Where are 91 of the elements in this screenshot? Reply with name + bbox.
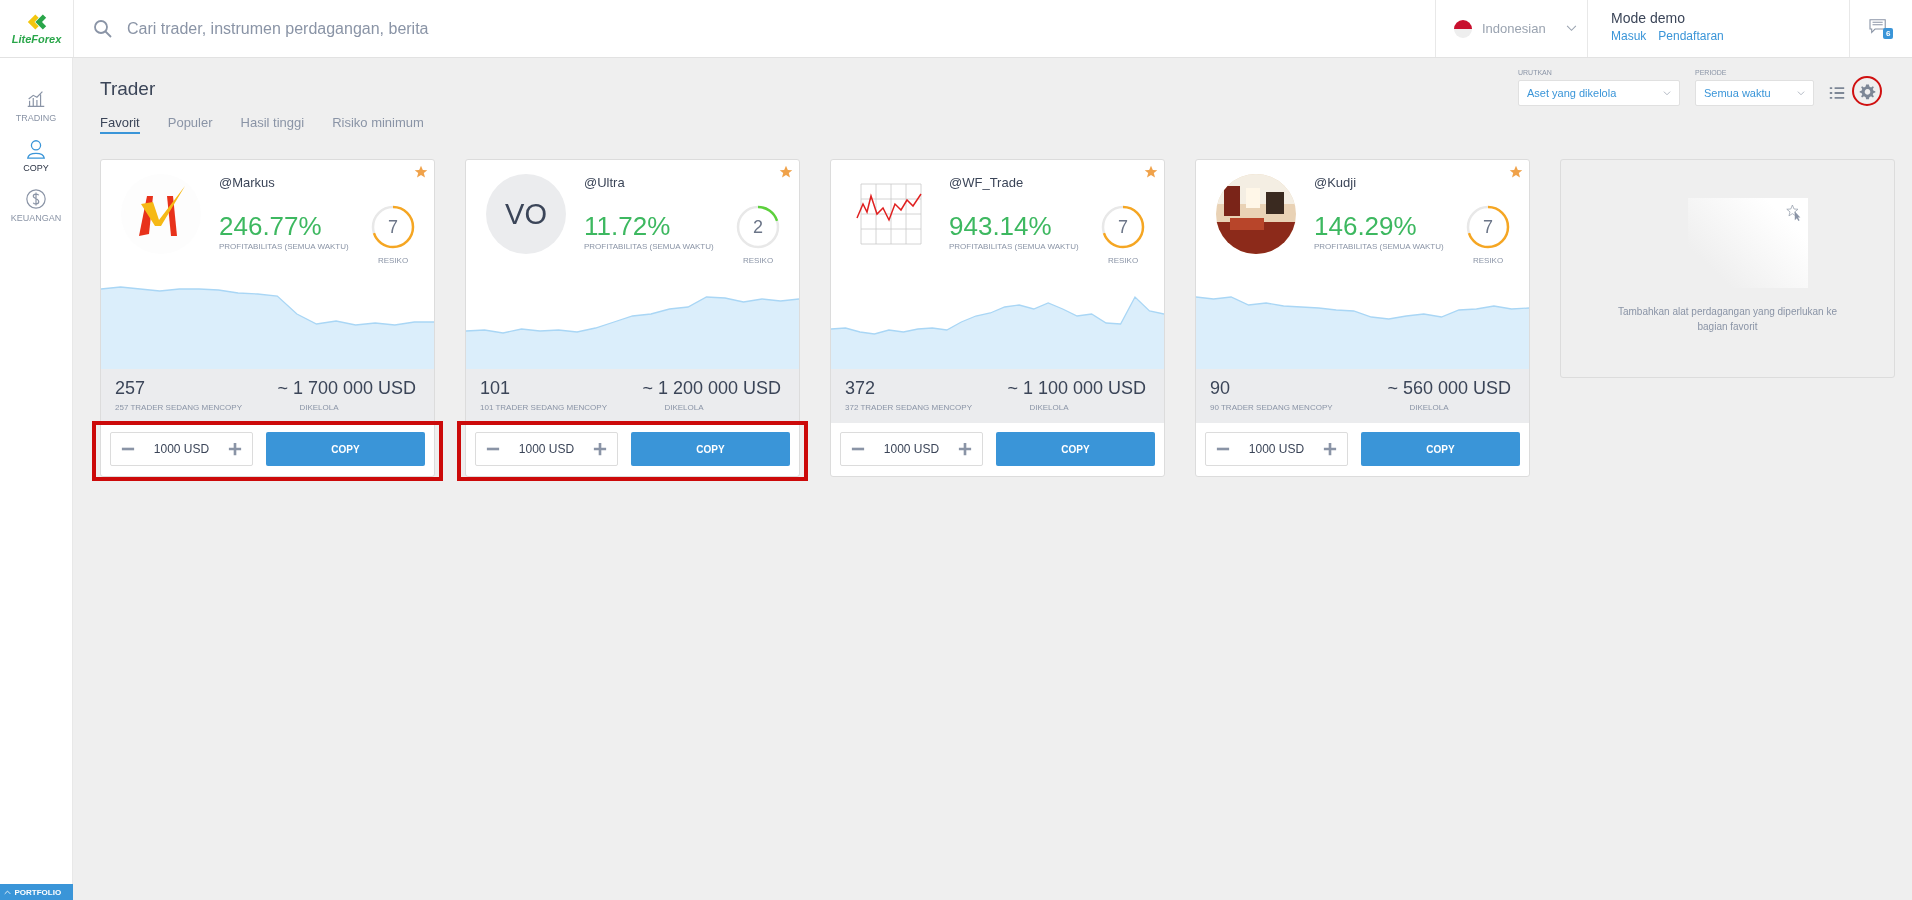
chevron-down-icon bbox=[1566, 25, 1577, 32]
managed-amount: ~ 1 700 000 USD bbox=[277, 378, 416, 399]
settings-icon[interactable] bbox=[1858, 82, 1876, 100]
trader-name[interactable]: @WF_Trade bbox=[949, 175, 1082, 190]
filter-tab[interactable]: Populer bbox=[167, 115, 213, 134]
profit-value: 246.77% bbox=[219, 211, 323, 242]
copiers-label: 257 TRADER SEDANG MENCOPY bbox=[115, 403, 242, 412]
empty-hint: Tambahkan alat perdagangan yang diperlukan ke bagian favorit bbox=[1616, 305, 1839, 334]
risk-gauge bbox=[1465, 204, 1511, 250]
risk-label: RESIKO bbox=[742, 256, 774, 265]
person-icon bbox=[25, 138, 47, 160]
risk-value: 7 bbox=[1483, 216, 1493, 238]
managed-amount: ~ 1 200 000 USD bbox=[642, 378, 781, 399]
amount-stepper[interactable]: 1000 USD bbox=[110, 432, 253, 466]
amount-stepper[interactable]: 1000 USD bbox=[475, 432, 618, 466]
copiers-label: 90 TRADER SEDANG MENCOPY bbox=[1210, 403, 1333, 412]
page-title: Trader bbox=[100, 78, 157, 100]
plus-icon[interactable] bbox=[228, 442, 242, 456]
message-count-badge: 6 bbox=[1883, 28, 1894, 39]
chevron-up-icon bbox=[3, 889, 11, 895]
copiers-count: 101 bbox=[480, 378, 512, 399]
copiers-count: 372 bbox=[845, 378, 877, 399]
managed-label: DIKELOLA bbox=[663, 403, 705, 412]
plus-icon[interactable] bbox=[593, 442, 607, 456]
period-dropdown[interactable]: Semua waktu bbox=[1695, 80, 1814, 106]
risk-gauge bbox=[1100, 204, 1146, 250]
risk-value: 7 bbox=[1118, 216, 1128, 238]
sort-dropdown[interactable]: Aset yang dikelola bbox=[1518, 80, 1680, 106]
filter-tab[interactable]: Risiko minimum bbox=[332, 115, 424, 134]
star-icon[interactable] bbox=[779, 165, 793, 179]
search-icon[interactable] bbox=[93, 18, 113, 39]
chevron-down-icon bbox=[1797, 90, 1805, 96]
profit-label: PROFITABILITAS (SEMUA WAKTU) bbox=[219, 242, 350, 251]
plus-icon[interactable] bbox=[958, 442, 972, 456]
trader-name[interactable]: @Markus bbox=[219, 175, 352, 190]
star-icon[interactable] bbox=[1509, 165, 1523, 179]
risk-label: RESIKO bbox=[377, 256, 409, 265]
copy-button[interactable]: COPY bbox=[631, 432, 790, 466]
plus-icon[interactable] bbox=[1323, 442, 1337, 456]
star-icon[interactable] bbox=[1144, 165, 1158, 179]
filter-tab[interactable]: Hasil tinggi bbox=[240, 115, 305, 134]
managed-label: DIKELOLA bbox=[1408, 403, 1450, 412]
risk-label: RESIKO bbox=[1107, 256, 1139, 265]
search-field[interactable]: Cari trader, instrumen perdagangan, berita bbox=[125, 18, 729, 39]
flag-icon bbox=[1454, 19, 1472, 38]
avatar-initials: VO bbox=[486, 174, 566, 254]
profit-label: PROFITABILITAS (SEMUA WAKTU) bbox=[1314, 242, 1445, 251]
copiers-label: 372 TRADER SEDANG MENCOPY bbox=[845, 403, 972, 412]
trader-name[interactable]: @Ultra bbox=[584, 175, 717, 190]
managed-amount: ~ 1 100 000 USD bbox=[1007, 378, 1146, 399]
filter-tab[interactable]: Favorit bbox=[100, 115, 140, 134]
nav-item[interactable]: KEUANGAN bbox=[10, 188, 62, 223]
trader-card[interactable]: @Kudji 146.29% PROFITABILITAS (SEMUA WAKTU) 7 RESIKO 90 90 TRADER SEDANG MENCOPY ~ 560 000 USD DIKELOLA 1000 USD COPY bbox=[1195, 159, 1530, 477]
copy-button[interactable]: COPY bbox=[1361, 432, 1520, 466]
mode-label: Mode demo bbox=[1611, 10, 1686, 26]
risk-value: 2 bbox=[753, 216, 763, 238]
nav-item[interactable]: TRADING bbox=[15, 88, 57, 123]
trader-name[interactable]: @Kudji bbox=[1314, 175, 1447, 190]
star-cursor-icon bbox=[1785, 204, 1802, 222]
profit-value: 943.14% bbox=[949, 211, 1053, 242]
amount-stepper[interactable]: 1000 USD bbox=[840, 432, 983, 466]
language-selector[interactable]: Indonesian bbox=[1435, 0, 1587, 57]
copiers-label: 101 TRADER SEDANG MENCOPY bbox=[480, 403, 607, 412]
profit-label: PROFITABILITAS (SEMUA WAKTU) bbox=[949, 242, 1080, 251]
risk-label: RESIKO bbox=[1472, 256, 1504, 265]
copiers-count: 90 bbox=[1210, 378, 1232, 399]
managed-amount: ~ 560 000 USD bbox=[1387, 378, 1511, 399]
profit-label: PROFITABILITAS (SEMUA WAKTU) bbox=[584, 242, 715, 251]
portfolio-button[interactable]: PORTFOLIO bbox=[0, 884, 73, 900]
profit-value: 146.29% bbox=[1314, 211, 1418, 242]
managed-label: DIKELOLA bbox=[1028, 403, 1070, 412]
risk-value: 7 bbox=[388, 216, 398, 238]
chevron-down-icon bbox=[1663, 90, 1671, 96]
nav-item[interactable]: COPY bbox=[23, 138, 49, 173]
trader-card[interactable]: @Markus 246.77% PROFITABILITAS (SEMUA WAKTU) 7 RESIKO 257 257 TRADER SEDANG MENCOPY ~ 1 700 000 USD DIKELOLA 1000 USD COPY bbox=[100, 159, 435, 477]
copy-button[interactable]: COPY bbox=[996, 432, 1155, 466]
copy-button[interactable]: COPY bbox=[266, 432, 425, 466]
risk-gauge bbox=[370, 204, 416, 250]
trader-card[interactable]: @WF_Trade 943.14% PROFITABILITAS (SEMUA WAKTU) 7 RESIKO 372 372 TRADER SEDANG MENCOPY ~ 1 100 000 USD DIKELOLA 1000 USD COPY bbox=[830, 159, 1165, 477]
list-view-icon[interactable] bbox=[1829, 86, 1845, 100]
dollar-icon bbox=[25, 188, 47, 210]
managed-label: DIKELOLA bbox=[298, 403, 340, 412]
auth-link[interactable]: Masuk bbox=[1611, 29, 1647, 43]
trader-card[interactable]: VO @Ultra 11.72% PROFITABILITAS (SEMUA WAKTU) 2 RESIKO 101 101 TRADER SEDANG MENCOPY ~ 1 200 000 USD DIKELOLA 1000 USD COPY bbox=[465, 159, 800, 477]
star-icon[interactable] bbox=[414, 165, 428, 179]
auth-link[interactable]: Pendaftaran bbox=[1658, 29, 1724, 43]
amount-stepper[interactable]: 1000 USD bbox=[1205, 432, 1348, 466]
profit-value: 11.72% bbox=[584, 211, 672, 242]
risk-gauge bbox=[735, 204, 781, 250]
copiers-count: 257 bbox=[115, 378, 147, 399]
logo[interactable]: LiteForex bbox=[11, 33, 62, 45]
